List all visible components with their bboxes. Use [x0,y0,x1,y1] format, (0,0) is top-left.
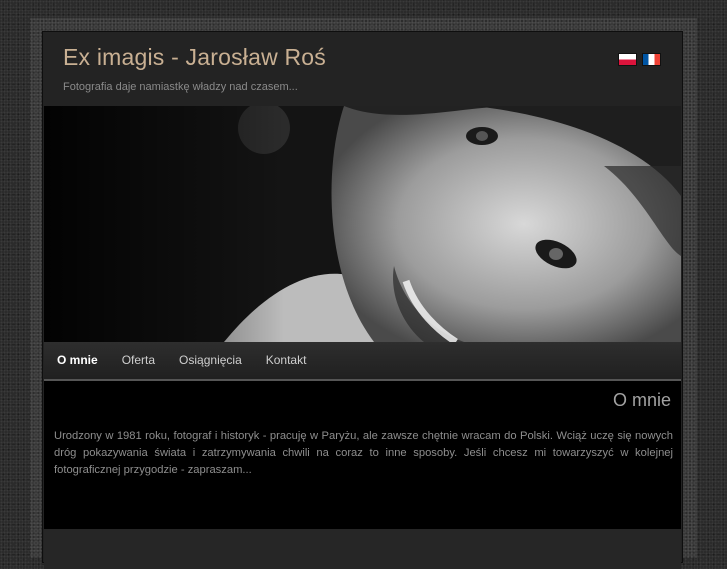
hero-photo [44,106,681,342]
footer-strip [44,529,681,569]
site-title[interactable]: Ex imagis - Jarosław Roś [63,44,326,71]
site-tagline: Fotografia daje namiastkę władzy nad cza… [63,81,298,93]
nav-item-oferta[interactable]: Oferta [110,342,167,379]
france-flag-icon[interactable] [642,53,661,66]
nav-item-osiagniecia[interactable]: Osiągnięcia [167,342,254,379]
portrait-illustration [44,106,681,342]
site-container: Ex imagis - Jarosław Roś Fotografia daje… [42,31,683,569]
intro-text: Urodzony w 1981 roku, fotograf i history… [54,430,673,476]
content-area: O mnie Urodzony w 1981 roku, fotograf i … [44,381,681,529]
language-switcher [618,53,661,66]
poland-flag-icon[interactable] [618,53,637,66]
nav-item-o-mnie[interactable]: O mnie [44,342,110,379]
main-navigation: O mnie Oferta Osiągnięcia Kontakt [44,342,681,381]
page-heading: O mnie [612,390,671,410]
nav-item-kontakt[interactable]: Kontakt [254,342,319,379]
page-background-frame: Ex imagis - Jarosław Roś Fotografia daje… [30,18,697,569]
